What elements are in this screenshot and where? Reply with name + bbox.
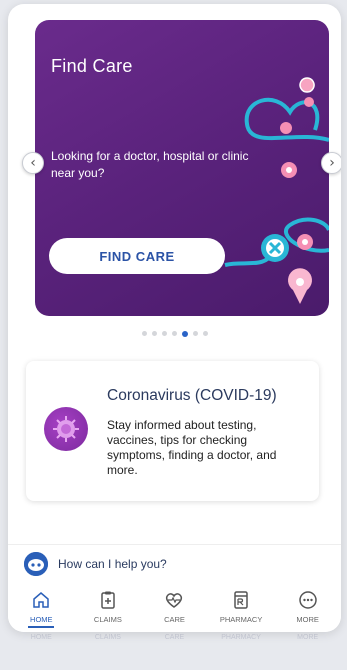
active-indicator	[28, 626, 55, 628]
nav-more[interactable]: MORE	[278, 590, 338, 624]
nav-label: PHARMACY	[219, 615, 263, 624]
nav-label: CARE	[164, 615, 185, 624]
page-dot[interactable]	[192, 331, 198, 336]
nav-label: CLAIMS	[93, 615, 122, 624]
carousel-pagination	[8, 330, 341, 337]
nav-label: HOME	[30, 615, 53, 624]
virus-icon	[44, 407, 88, 451]
nav-pharmacy[interactable]: PHARMACY	[211, 590, 271, 624]
nav-home[interactable]: HOME	[11, 590, 71, 628]
reflection-label: MORE	[297, 634, 319, 641]
page-dot[interactable]	[161, 331, 167, 336]
assistant-prompt: How can I help you?	[58, 556, 167, 571]
reflection-label: HOME	[30, 634, 52, 641]
find-care-carousel-slide[interactable]: Find Care Looking for a doctor, hospital…	[35, 20, 329, 316]
carousel-title: Find Care	[51, 56, 133, 76]
reflection-label: PHARMACY	[221, 634, 261, 641]
heart-pulse-icon	[166, 593, 183, 608]
carousel-description: Looking for a doctor, hospital or clinic…	[51, 149, 249, 180]
page-dot[interactable]	[202, 331, 208, 336]
carousel-next-button[interactable]: ›	[321, 152, 341, 174]
page-dot[interactable]	[141, 331, 147, 336]
prescription-icon	[234, 591, 248, 609]
chevron-left-icon: ‹	[30, 155, 36, 171]
page-dot[interactable]	[171, 331, 177, 336]
app-screen: Find Care Looking for a doctor, hospital…	[8, 4, 341, 632]
chevron-right-icon: ›	[329, 155, 335, 171]
reflection-label: CLAIMS	[94, 634, 121, 641]
reflection-label: CARE	[164, 634, 185, 641]
nav-claims[interactable]: CLAIMS	[78, 590, 138, 624]
more-icon	[298, 591, 317, 609]
page-dot[interactable]	[151, 331, 157, 336]
find-care-button[interactable]: FIND CARE	[49, 238, 225, 274]
clipboard-icon	[101, 591, 115, 609]
assistant-avatar-icon	[24, 551, 48, 576]
assistant-help-bar[interactable]: How can I help you?	[8, 544, 341, 582]
page-dot-active[interactable]	[181, 330, 188, 337]
home-icon	[33, 592, 50, 608]
nav-care[interactable]: CARE	[144, 590, 204, 624]
carousel-prev-button[interactable]: ‹	[22, 152, 44, 174]
screen-reflection: HOME CLAIMS CARE PHARMACY MORE	[8, 632, 341, 670]
bottom-navigation: HOME CLAIMS CARE PHARMACY MORE	[8, 584, 341, 632]
info-card-text: Stay informed about testing, vaccines, t…	[107, 418, 277, 477]
info-card-title: Coronavirus (COVID-19)	[107, 387, 277, 404]
covid-info-card[interactable]: Coronavirus (COVID-19) Stay informed abo…	[26, 361, 319, 501]
nav-label: MORE	[296, 615, 319, 624]
